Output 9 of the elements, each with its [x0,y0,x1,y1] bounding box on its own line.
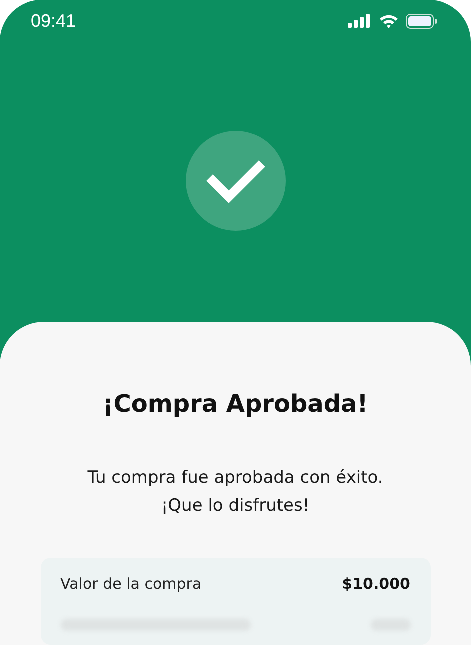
status-time: 09:41 [31,10,76,32]
detail-label: Valor de la compra [60,575,202,593]
checkmark-icon [186,131,286,231]
signal-icon [348,14,372,28]
detail-value: $10.000 [342,575,410,593]
success-title: ¡Compra Aprobada! [102,389,368,420]
wifi-icon [379,14,399,28]
battery-icon [406,14,437,28]
success-message: Tu compra fue aprobada con éxito. ¡Que lo disfrutes! [86,467,384,518]
